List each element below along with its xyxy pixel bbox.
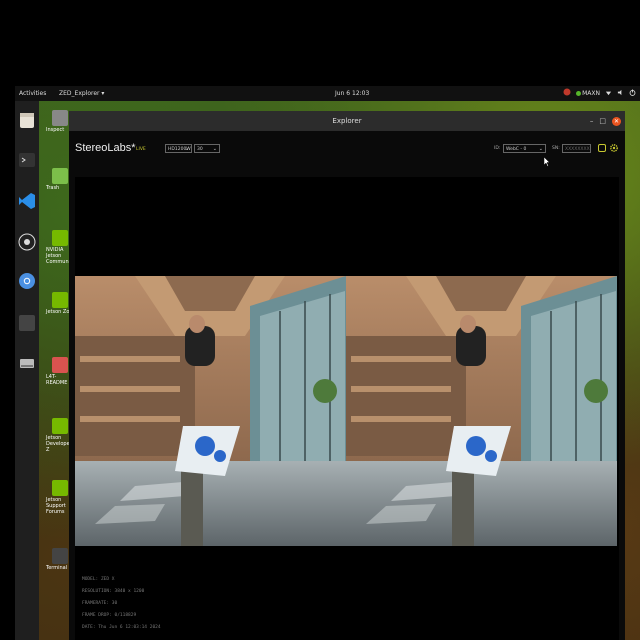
minimize-icon[interactable]: – bbox=[590, 116, 594, 126]
activities-button[interactable]: Activities bbox=[19, 90, 46, 97]
system-tray[interactable]: MAXN bbox=[563, 88, 636, 98]
dock bbox=[15, 101, 39, 640]
record-icon[interactable] bbox=[597, 143, 607, 153]
camera-framerate: FRAMERATE: 30 bbox=[82, 601, 118, 606]
nvidia-icon bbox=[52, 418, 68, 434]
nvidia-icon bbox=[52, 230, 68, 246]
top-bar: Activities ZED_Explorer ▾ Jun 6 12:03 MA… bbox=[15, 86, 640, 101]
toolbar: StereoLabs* LIVE HD1200W ⌄ 30 ⌄ ID: WebC -… bbox=[69, 131, 625, 177]
chevron-down-icon: ⌄ bbox=[184, 146, 189, 152]
volume-icon[interactable] bbox=[617, 89, 624, 98]
sn-label: SN: bbox=[552, 146, 560, 151]
chevron-down-icon: ⌄ bbox=[538, 146, 543, 152]
chevron-down-icon: ⌄ bbox=[212, 146, 217, 152]
power-icon[interactable] bbox=[629, 88, 636, 98]
inspect-icon bbox=[52, 110, 68, 126]
disk-icon[interactable] bbox=[18, 354, 36, 372]
explorer-window: Explorer – □ ✕ StereoLabs* LIVE HD1200W ⌄… bbox=[69, 111, 625, 640]
fps-select[interactable]: 30 ⌄ bbox=[194, 144, 220, 153]
capture-date: DATE: Thu Jun 6 12:03:14 2024 bbox=[82, 625, 161, 630]
video-viewer[interactable]: MODEL: ZED X RESOLUTION: 3840 x 1200 FRA… bbox=[75, 177, 619, 640]
camera-model: MODEL: ZED X bbox=[82, 577, 115, 582]
network-icon[interactable] bbox=[605, 89, 612, 98]
folder-icon bbox=[52, 357, 68, 373]
app-menu[interactable]: ZED_Explorer ▾ bbox=[59, 90, 104, 97]
id-label: ID: bbox=[494, 146, 501, 151]
stereo-video-frame bbox=[75, 276, 617, 546]
vscode-icon[interactable] bbox=[18, 192, 36, 210]
clock[interactable]: Jun 6 12:03 bbox=[335, 90, 369, 97]
nvidia-icon[interactable] bbox=[563, 88, 571, 98]
power-mode-dot-icon bbox=[576, 90, 582, 96]
settings-gear-icon[interactable] bbox=[609, 143, 619, 153]
close-icon[interactable]: ✕ bbox=[612, 116, 621, 126]
resolution-select[interactable]: HD1200W ⌄ bbox=[165, 144, 192, 153]
files-icon[interactable] bbox=[18, 111, 36, 129]
window-controls: – □ ✕ bbox=[590, 116, 621, 126]
live-status: LIVE bbox=[136, 147, 146, 152]
terminal-icon bbox=[52, 548, 68, 564]
nvidia-icon bbox=[52, 292, 68, 308]
maximize-icon[interactable]: □ bbox=[599, 116, 606, 126]
brand-logo: StereoLabs* bbox=[75, 142, 136, 154]
zed-explorer-icon[interactable] bbox=[18, 314, 36, 332]
nvidia-icon bbox=[52, 480, 68, 496]
camera-resolution: RESOLUTION: 3840 x 1200 bbox=[82, 589, 145, 594]
mouse-cursor-icon bbox=[544, 157, 550, 167]
serial-input[interactable]: XXXXXXXX bbox=[562, 144, 591, 153]
chromium-icon[interactable] bbox=[18, 272, 36, 290]
window-title[interactable]: Explorer bbox=[69, 111, 625, 131]
terminal-icon[interactable] bbox=[18, 151, 36, 169]
obs-icon[interactable] bbox=[18, 233, 36, 251]
camera-select[interactable]: WebC - 0 ⌄ bbox=[503, 144, 546, 153]
trash-icon bbox=[52, 168, 68, 184]
power-mode[interactable]: MAXN bbox=[576, 90, 600, 97]
frame-drop: FRAME DROP: 0/118829 bbox=[82, 613, 137, 618]
